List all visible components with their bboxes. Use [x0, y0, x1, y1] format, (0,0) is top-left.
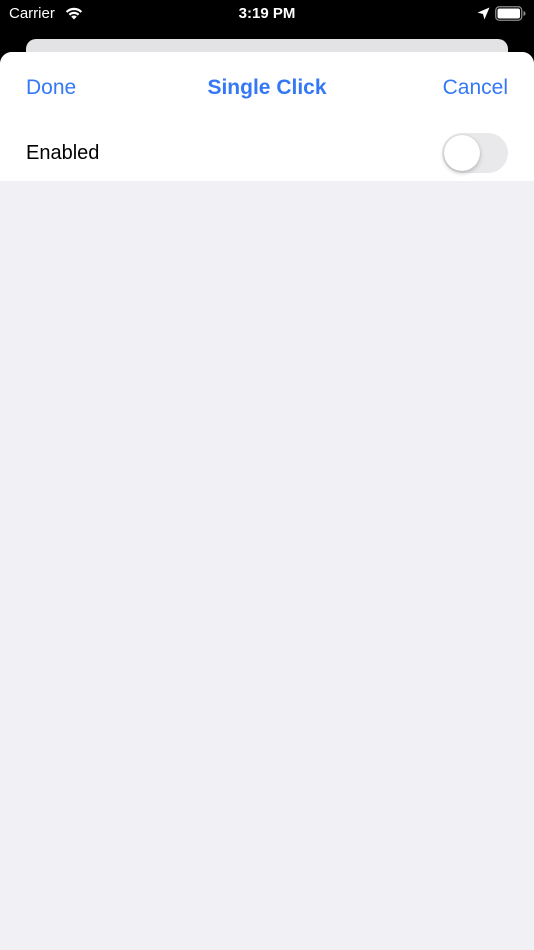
screen: Carrier 3:19 PM Done Single Click Cancel… [0, 0, 534, 950]
settings-row-enabled: Enabled [0, 124, 534, 181]
battery-full-icon [495, 6, 526, 21]
location-arrow-icon [477, 7, 490, 20]
enabled-toggle[interactable] [442, 133, 508, 173]
navigation-bar: Done Single Click Cancel [0, 52, 534, 124]
toggle-knob [444, 135, 480, 171]
enabled-label: Enabled [26, 142, 100, 164]
modal-sheet: Done Single Click Cancel Enabled [0, 52, 534, 950]
cancel-button[interactable]: Cancel [443, 76, 508, 100]
status-time: 3:19 PM [238, 5, 296, 22]
status-bar: Carrier 3:19 PM [0, 0, 534, 30]
